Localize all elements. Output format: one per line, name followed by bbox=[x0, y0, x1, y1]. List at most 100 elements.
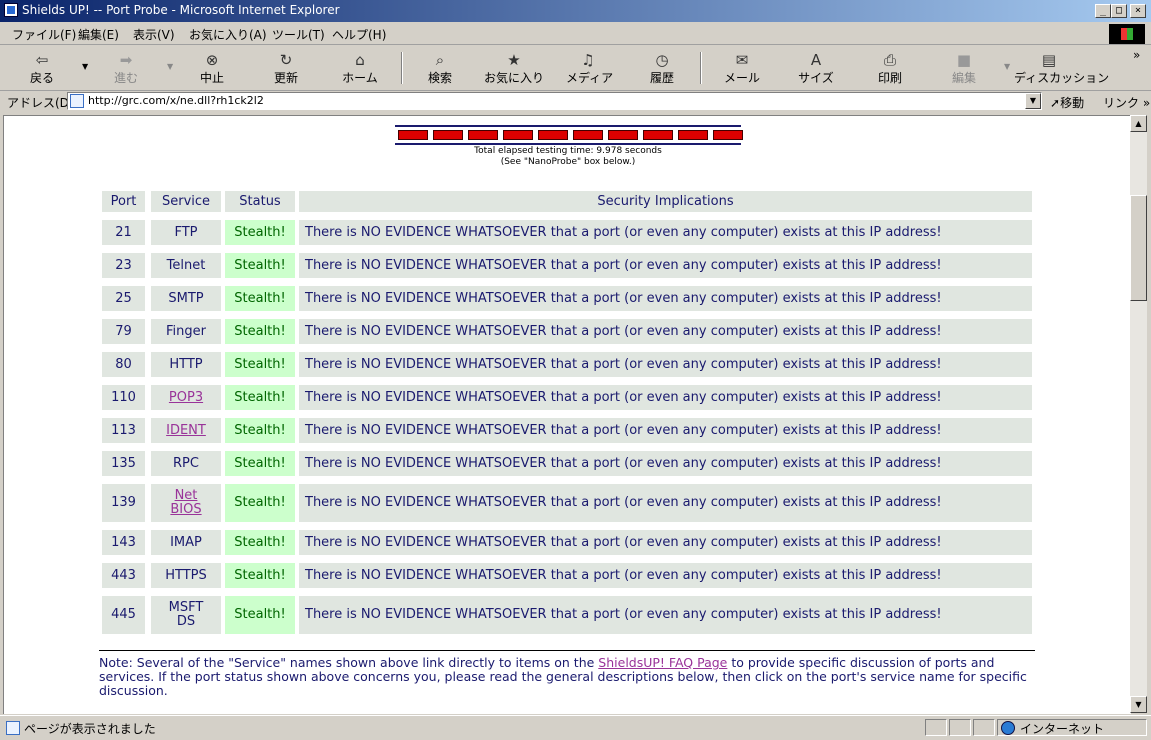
links-button[interactable]: リンク » bbox=[1103, 94, 1150, 111]
edit-button[interactable]: ■ 編集 bbox=[944, 48, 984, 88]
security-implication: There is NO EVIDENCE WHATSOEVER that a p… bbox=[299, 484, 1032, 522]
port-cell: 143 bbox=[102, 530, 145, 555]
toolbar-more-icon[interactable]: » bbox=[1133, 48, 1140, 62]
status-badge: Stealth! bbox=[225, 418, 295, 443]
menu-bar: ファイル(F) 編集(E) 表示(V) お気に入り(A) ツール(T) ヘルプ(… bbox=[0, 22, 1151, 45]
progress-segment bbox=[713, 130, 743, 140]
toolbar: ⇦ 戻る ▼ ➡ 進む ▼ ⊗ 中止 ↻ 更新 ⌂ ホーム ⌕ 検索 ★ お気に… bbox=[0, 46, 1151, 91]
edit-dropdown-icon[interactable]: ▼ bbox=[1004, 62, 1010, 71]
note-text: Note: Several of the "Service" names sho… bbox=[99, 655, 1027, 698]
media-button[interactable]: ♫ メディア bbox=[566, 48, 613, 88]
status-badge: Stealth! bbox=[225, 530, 295, 555]
scroll-up-button[interactable]: ▲ bbox=[1130, 115, 1147, 132]
back-button[interactable]: ⇦ 戻る bbox=[22, 48, 62, 88]
progress-segment bbox=[573, 130, 603, 140]
menu-edit[interactable]: 編集(E) bbox=[78, 26, 119, 43]
progress-segment bbox=[433, 130, 463, 140]
security-implication: There is NO EVIDENCE WHATSOEVER that a p… bbox=[299, 253, 1032, 278]
security-zone: インターネット bbox=[1020, 722, 1105, 736]
stop-icon: ⊗ bbox=[205, 51, 219, 69]
printer-icon: ⎙ bbox=[883, 51, 896, 69]
service-link[interactable]: Net bbox=[175, 488, 198, 503]
maximize-button[interactable]: □ bbox=[1111, 4, 1127, 18]
mail-button[interactable]: ✉ メール bbox=[720, 48, 764, 88]
menu-tools[interactable]: ツール(T) bbox=[272, 26, 325, 43]
status-panel bbox=[949, 719, 971, 736]
service-cell: Finger bbox=[151, 319, 221, 344]
header-service: Service bbox=[151, 191, 221, 212]
service-cell[interactable]: Net BIOS bbox=[151, 484, 221, 522]
address-url[interactable]: http://grc.com/x/ne.dll?rh1ck2l2 bbox=[88, 94, 264, 107]
vertical-scrollbar[interactable]: ▲ ▼ bbox=[1130, 115, 1147, 713]
service-link[interactable]: BIOS bbox=[170, 502, 201, 517]
security-implication: There is NO EVIDENCE WHATSOEVER that a p… bbox=[299, 220, 1032, 245]
note-divider bbox=[99, 650, 1035, 651]
stop-button[interactable]: ⊗ 中止 bbox=[192, 48, 232, 88]
menu-view[interactable]: 表示(V) bbox=[133, 26, 175, 43]
service-label[interactable]: Net BIOS bbox=[170, 489, 201, 517]
status-badge: Stealth! bbox=[225, 319, 295, 344]
home-button[interactable]: ⌂ ホーム bbox=[340, 48, 380, 88]
menu-favorites[interactable]: お気に入り(A) bbox=[189, 26, 267, 43]
status-badge: Stealth! bbox=[225, 352, 295, 377]
service-link[interactable]: IDENT bbox=[166, 423, 206, 438]
port-cell: 445 bbox=[102, 596, 145, 634]
refresh-button[interactable]: ↻ 更新 bbox=[266, 48, 306, 88]
history-button[interactable]: ◷ 履歴 bbox=[642, 48, 682, 88]
security-implication: There is NO EVIDENCE WHATSOEVER that a p… bbox=[299, 418, 1032, 443]
port-cell: 113 bbox=[102, 418, 145, 443]
forward-arrow-icon: ➡ bbox=[119, 51, 133, 69]
favorites-button[interactable]: ★ お気に入り bbox=[484, 48, 544, 88]
service-cell: Telnet bbox=[151, 253, 221, 278]
internet-zone-icon bbox=[1001, 721, 1015, 735]
scroll-down-button[interactable]: ▼ bbox=[1130, 696, 1147, 713]
service-link[interactable]: POP3 bbox=[169, 390, 203, 405]
service-name: FTP bbox=[174, 224, 198, 240]
menu-file[interactable]: ファイル(F) bbox=[12, 26, 76, 43]
security-implication: There is NO EVIDENCE WHATSOEVER that a p… bbox=[299, 286, 1032, 311]
scroll-thumb[interactable] bbox=[1130, 195, 1147, 301]
progress-segment bbox=[398, 130, 428, 140]
go-arrow-icon: ➚ bbox=[1050, 96, 1061, 110]
address-input[interactable]: http://grc.com/x/ne.dll?rh1ck2l2 ▼ bbox=[67, 92, 1042, 110]
home-icon: ⌂ bbox=[355, 51, 365, 69]
close-button[interactable]: × bbox=[1130, 4, 1146, 18]
faq-link[interactable]: ShieldsUP! FAQ Page bbox=[598, 655, 727, 670]
status-badge: Stealth! bbox=[225, 484, 295, 522]
go-button[interactable]: ➚移動 bbox=[1050, 94, 1084, 111]
progress-segment bbox=[503, 130, 533, 140]
address-dropdown-icon[interactable]: ▼ bbox=[1025, 93, 1041, 109]
service-name: MSFT bbox=[168, 600, 204, 615]
service-cell[interactable]: POP3 bbox=[151, 385, 221, 410]
port-cell: 80 bbox=[102, 352, 145, 377]
search-icon: ⌕ bbox=[435, 51, 445, 69]
history-icon: ◷ bbox=[655, 51, 669, 69]
header-status: Status bbox=[225, 191, 295, 212]
minimize-button[interactable]: _ bbox=[1095, 4, 1111, 18]
forward-dropdown-icon[interactable]: ▼ bbox=[167, 62, 173, 71]
menu-help[interactable]: ヘルプ(H) bbox=[332, 26, 386, 43]
status-badge: Stealth! bbox=[225, 286, 295, 311]
port-cell: 25 bbox=[102, 286, 145, 311]
service-name: HTTP bbox=[169, 356, 203, 372]
search-button[interactable]: ⌕ 検索 bbox=[420, 48, 460, 88]
media-icon: ♫ bbox=[581, 51, 595, 69]
security-implication: There is NO EVIDENCE WHATSOEVER that a p… bbox=[299, 385, 1032, 410]
windows-logo-icon bbox=[1109, 24, 1145, 44]
security-implication: There is NO EVIDENCE WHATSOEVER that a p… bbox=[299, 352, 1032, 377]
forward-button[interactable]: ➡ 進む bbox=[106, 48, 146, 88]
elapsed-time: Total elapsed testing time: 9.978 second… bbox=[395, 146, 741, 168]
service-name: IMAP bbox=[170, 534, 202, 550]
discussion-button[interactable]: ▤ ディスカッション bbox=[1014, 48, 1109, 88]
service-cell[interactable]: IDENT bbox=[151, 418, 221, 443]
service-name: Finger bbox=[166, 323, 206, 339]
size-button[interactable]: A サイズ bbox=[796, 48, 836, 88]
back-dropdown-icon[interactable]: ▼ bbox=[82, 62, 88, 71]
port-cell: 23 bbox=[102, 253, 145, 278]
toolbar-separator bbox=[401, 52, 403, 84]
service-cell: IMAP bbox=[151, 530, 221, 555]
print-button[interactable]: ⎙ 印刷 bbox=[870, 48, 910, 88]
port-cell: 79 bbox=[102, 319, 145, 344]
port-cell: 443 bbox=[102, 563, 145, 588]
status-panel bbox=[925, 719, 947, 736]
